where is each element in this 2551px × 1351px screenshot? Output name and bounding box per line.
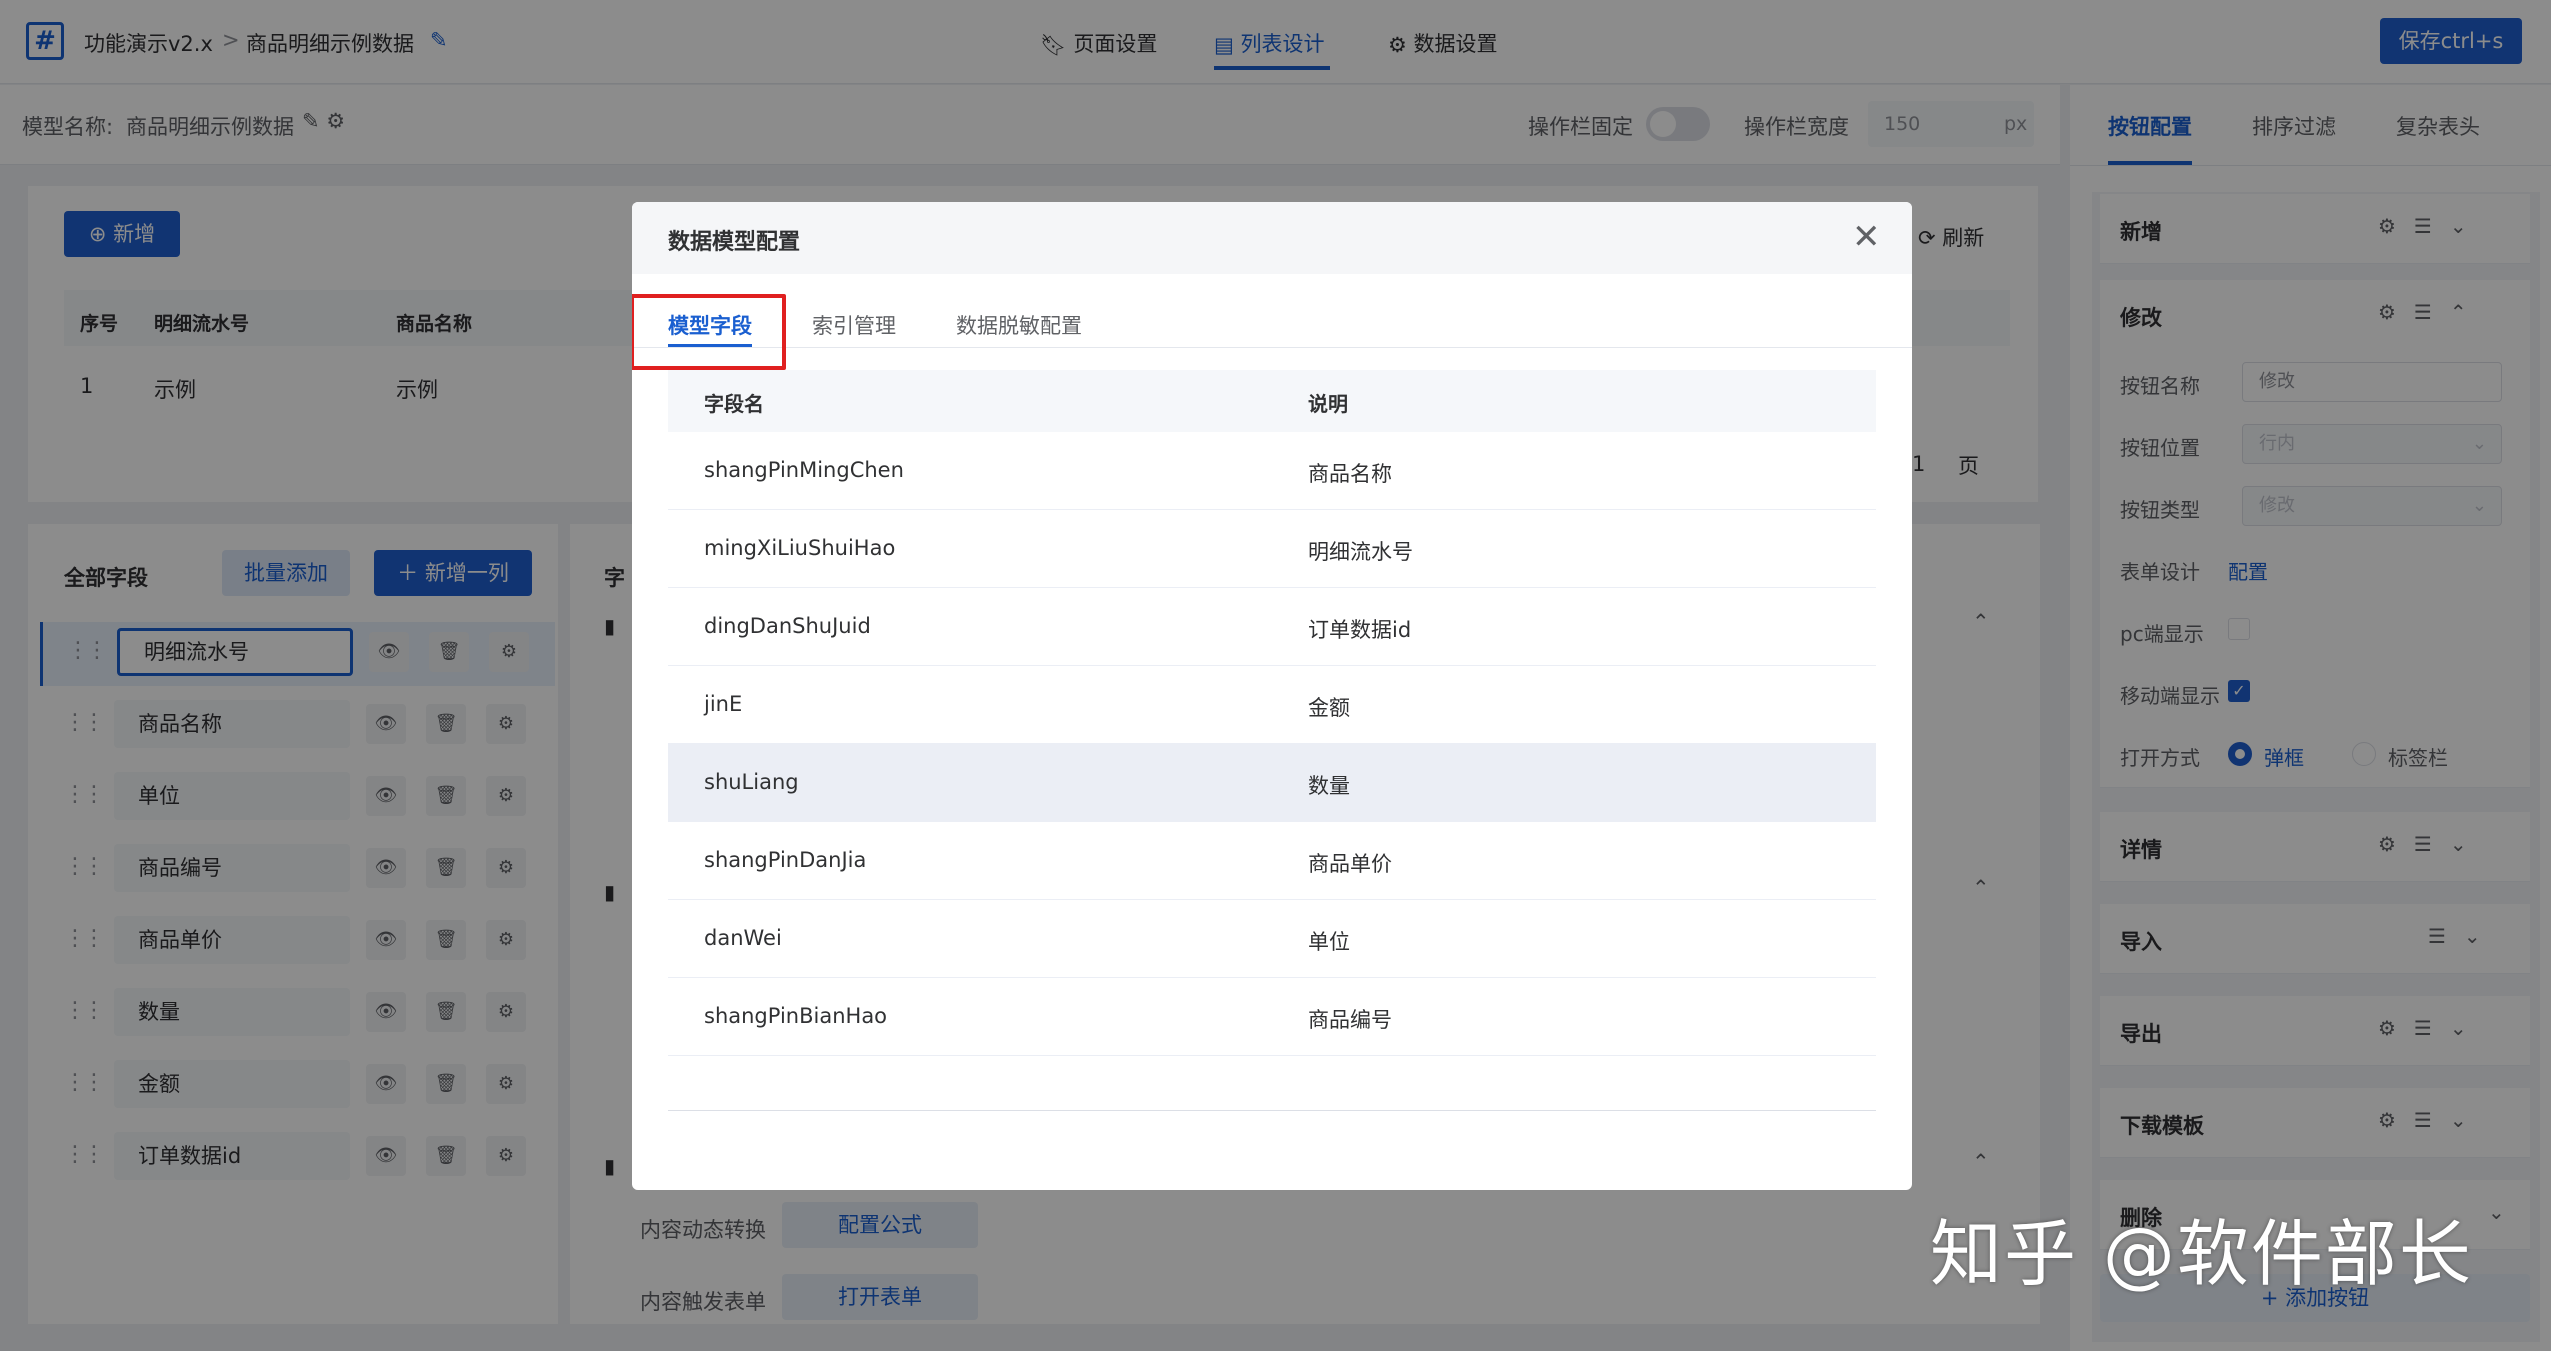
data-model-dialog: 数据模型配置 ✕ 模型字段 索引管理 数据脱敏配置 字段名 说明 shangPi… bbox=[632, 202, 1912, 1190]
column-header-desc: 说明 bbox=[1308, 392, 1348, 416]
table-row[interactable]: shangPinBianHao 商品编号 bbox=[668, 978, 1876, 1056]
table-row[interactable]: jinE 金额 bbox=[668, 666, 1876, 744]
table-footer-divider bbox=[668, 1110, 1876, 1111]
table-row[interactable]: danWei 单位 bbox=[668, 900, 1876, 978]
close-icon[interactable]: ✕ bbox=[1852, 220, 1881, 254]
dialog-header bbox=[632, 202, 1912, 274]
tab-data-masking[interactable]: 数据脱敏配置 bbox=[956, 310, 1082, 340]
table-row[interactable]: dingDanShuJuid 订单数据id bbox=[668, 588, 1876, 666]
table-row[interactable]: shuLiang 数量 bbox=[668, 744, 1876, 822]
column-header-field: 字段名 bbox=[704, 392, 764, 416]
highlight-box bbox=[632, 294, 786, 370]
table-row[interactable]: mingXiLiuShuiHao 明细流水号 bbox=[668, 510, 1876, 588]
table-header: 字段名 说明 bbox=[668, 370, 1876, 432]
tabs-divider bbox=[632, 347, 1912, 348]
table-row[interactable]: shangPinMingChen 商品名称 bbox=[668, 432, 1876, 510]
table-row[interactable]: shangPinDanJia 商品单价 bbox=[668, 822, 1876, 900]
watermark: 知乎 @软件部长 bbox=[1930, 1212, 2473, 1296]
tab-index-management[interactable]: 索引管理 bbox=[812, 310, 896, 340]
dialog-title: 数据模型配置 bbox=[668, 230, 801, 255]
